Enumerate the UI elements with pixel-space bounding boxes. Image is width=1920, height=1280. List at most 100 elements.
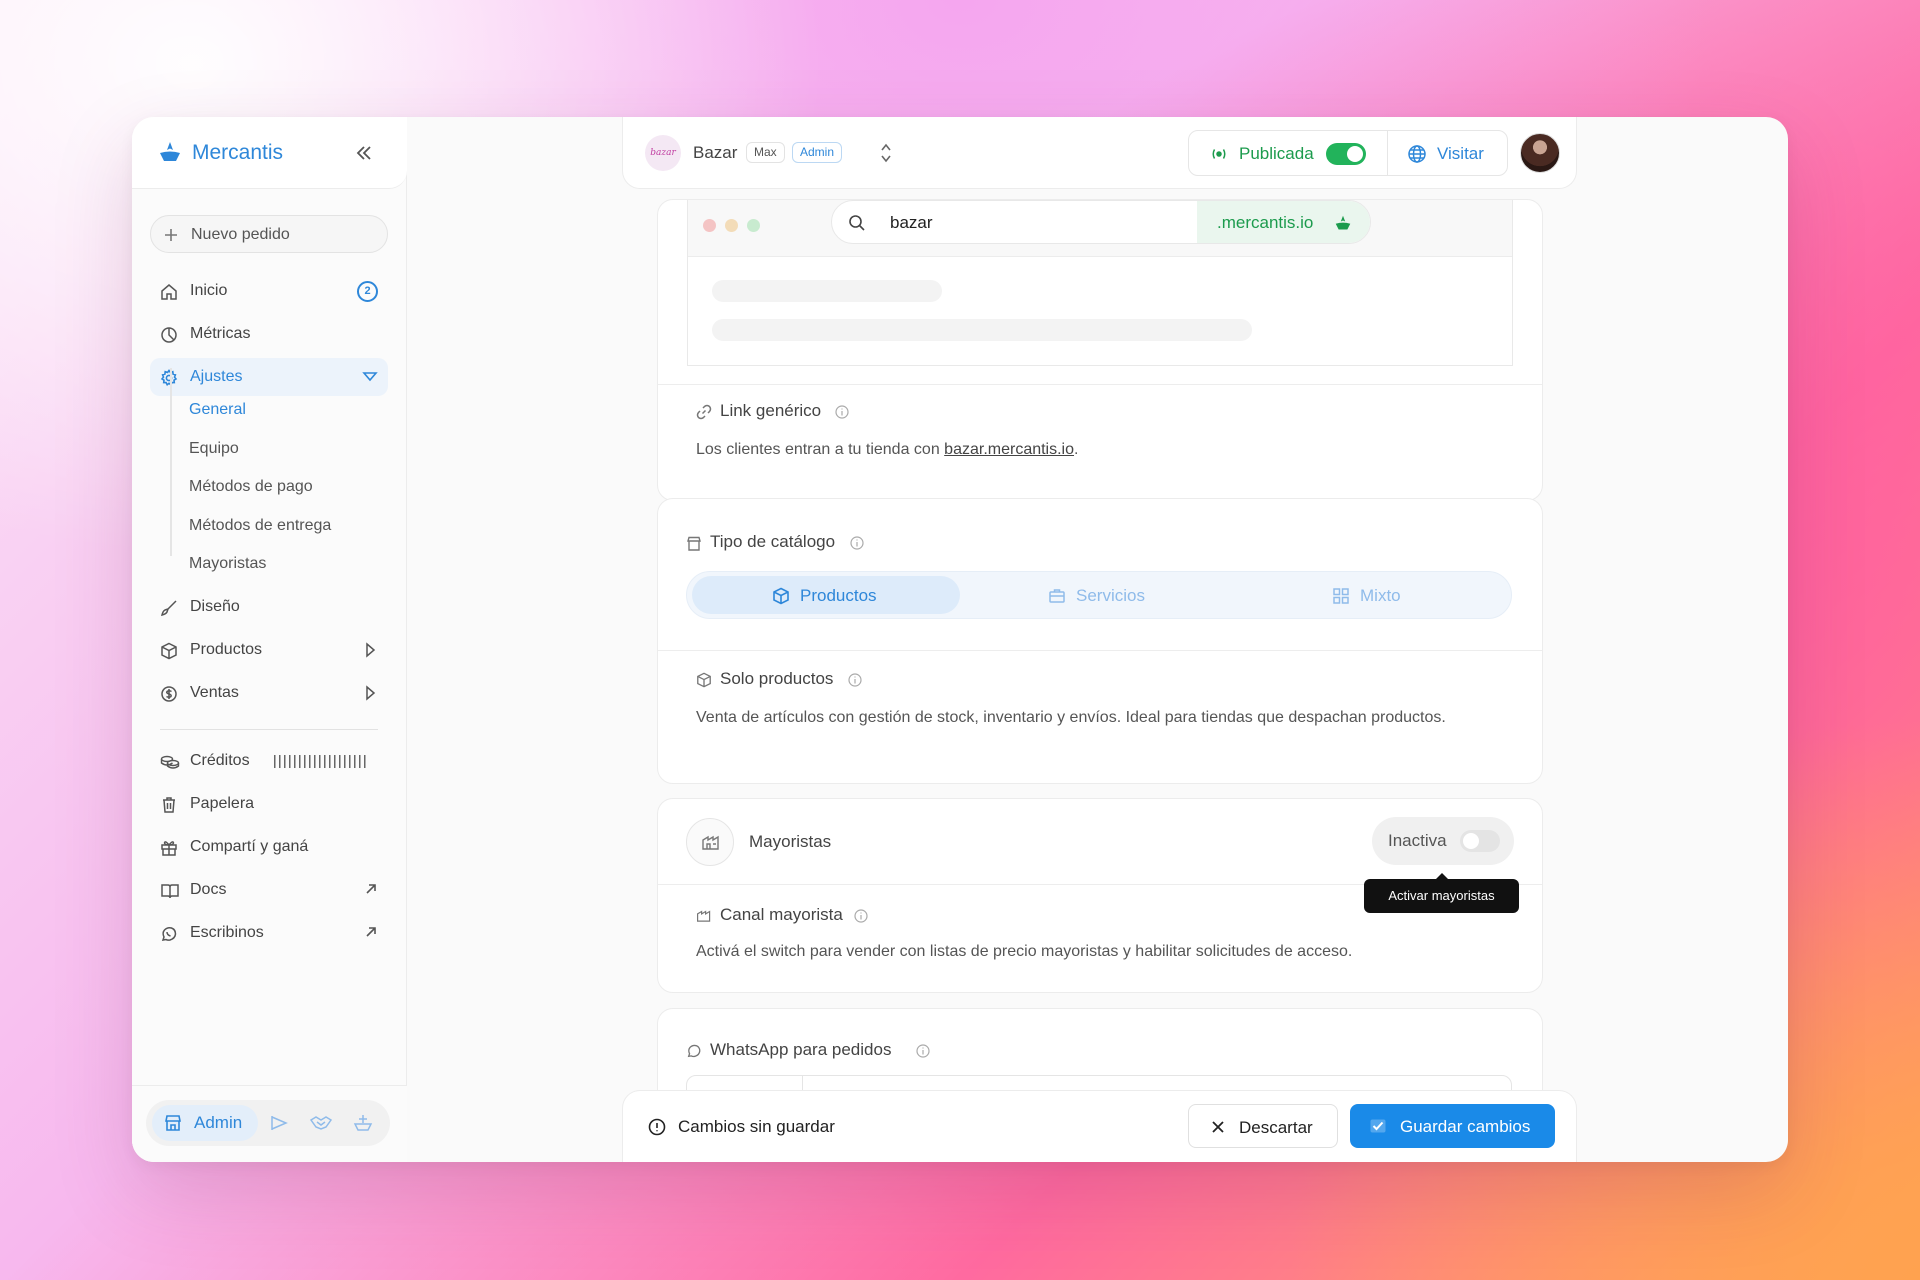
subnav-item-metodos-entrega[interactable]: Métodos de entrega [189,517,331,535]
sidebar-item-label: Créditos [190,752,250,769]
sidebar-item-label: Compartí y ganá [190,838,309,855]
warehouse-icon [686,818,734,866]
megaphone-icon[interactable] [270,1114,290,1132]
collapse-sidebar-icon[interactable] [354,143,374,163]
info-icon[interactable] [850,536,864,550]
subnav-item-mayoristas[interactable]: Mayoristas [189,555,266,573]
box-icon [696,672,712,688]
box-icon [160,642,178,660]
subnav-item-equipo[interactable]: Equipo [189,440,239,458]
wholesale-status-label: Inactiva [1388,831,1447,850]
link-icon [696,404,712,420]
home-icon [160,283,178,301]
plus-icon [163,227,179,243]
domain-suffix-label: .mercantis.io [1217,213,1314,232]
gift-icon [160,839,178,857]
store-preview: bazar .mercantis.io [687,200,1513,366]
wholesale-description: Activá el switch para vender con listas … [696,943,1353,960]
visit-store-button[interactable]: Visitar [1437,144,1484,164]
store-link-card: bazar .mercantis.io Link genérico Los cl… [657,199,1543,501]
published-toggle[interactable] [1326,143,1366,165]
mercantis-logo-icon [158,140,182,164]
search-icon [848,214,866,232]
save-button[interactable]: Guardar cambios [1350,1104,1555,1148]
box-icon [772,587,790,605]
chevron-down-icon [362,369,378,385]
sidebar-divider [160,729,378,730]
subdomain-value[interactable]: bazar [890,213,933,233]
info-icon[interactable] [835,405,849,419]
sidebar-item-comparti[interactable]: Compartí y ganá [150,828,388,866]
store-avatar[interactable]: bazar [645,135,681,171]
info-icon[interactable] [848,673,862,687]
trash-icon [160,796,178,814]
chevron-right-icon [362,685,378,701]
publish-group: Publicada Visitar [1188,130,1508,176]
catalog-option-servicios[interactable]: Servicios [965,576,1233,614]
sidebar-item-inicio[interactable]: Inicio 2 [150,272,388,310]
credits-meter [274,755,368,768]
published-label: Publicada [1239,144,1314,163]
sidebar-item-diseno[interactable]: Diseño [150,588,388,626]
sidebar-item-label: Ajustes [190,368,243,385]
app-window: Mercantis Nuevo pedido Inicio 2 Métricas [132,117,1788,1162]
sidebar-item-metricas[interactable]: Métricas [150,315,388,353]
ship-icon[interactable] [353,1114,373,1132]
sidebar-item-label: Papelera [190,795,255,812]
admin-mode-button[interactable]: Admin [152,1105,258,1141]
catalog-option-mixto[interactable]: Mixto [1239,576,1507,614]
mercantis-logo-icon [1334,215,1352,231]
sidebar-footer: Admin [132,1085,407,1162]
discard-button[interactable]: Descartar [1188,1104,1338,1148]
sidebar-item-ventas[interactable]: Ventas [150,674,388,712]
save-label: Guardar cambios [1400,1117,1531,1136]
sidebar-item-creditos[interactable]: Créditos [150,742,388,780]
briefcase-icon [1048,587,1066,605]
globe-icon [1407,144,1427,164]
handshake-icon[interactable] [310,1114,332,1132]
broadcast-icon [1209,145,1229,163]
dollar-icon [160,685,178,703]
catalog-type-selector: Productos Servicios Mixto [686,571,1512,619]
store-name[interactable]: Bazar [693,143,737,163]
sidebar-item-label: Escribinos [190,924,264,941]
window-dot-maximize [747,219,760,232]
store-switcher-icon[interactable] [880,142,892,164]
store-link[interactable]: bazar.mercantis.io [944,441,1074,458]
card-divider [658,650,1542,651]
whatsapp-icon [160,925,178,943]
new-order-button[interactable]: Nuevo pedido [150,215,388,253]
subdomain-input[interactable]: bazar .mercantis.io [831,200,1371,244]
whatsapp-icon [686,1043,702,1059]
publish-group-divider [1387,131,1388,175]
sidebar-item-papelera[interactable]: Papelera [150,785,388,823]
admin-mode-label: Admin [194,1113,243,1132]
catalog-option-productos[interactable]: Productos [692,576,960,614]
catalog-description: Venta de artículos con gestión de stock,… [696,709,1446,726]
grid-icon [1332,587,1350,605]
external-link-icon [364,925,378,939]
link-section-description: Los clientes entran a tu tienda con baza… [696,436,1078,463]
gear-icon [160,369,178,387]
sidebar-item-docs[interactable]: Docs [150,871,388,909]
user-avatar[interactable] [1520,133,1560,173]
subnav-item-metodos-pago[interactable]: Métodos de pago [189,478,313,496]
skeleton-line [712,319,1252,341]
pie-chart-icon [160,326,178,344]
subnav-item-general[interactable]: General [189,401,246,419]
whatsapp-title: WhatsApp para pedidos [710,1040,892,1059]
close-icon [1211,1120,1225,1134]
card-divider [658,384,1542,385]
discard-label: Descartar [1239,1118,1313,1137]
sidebar-item-ajustes[interactable]: Ajustes [150,358,388,396]
sidebar-item-productos[interactable]: Productos [150,631,388,669]
sidebar-item-label: Métricas [190,325,251,342]
sidebar-item-escribinos[interactable]: Escribinos [150,914,388,952]
wholesale-toggle[interactable] [1460,830,1500,852]
link-section-title: Link genérico [720,401,822,420]
info-icon[interactable] [916,1044,930,1058]
catalog-option-label: Mixto [1360,586,1401,605]
browser-chrome: bazar .mercantis.io [688,200,1512,257]
new-order-label: Nuevo pedido [191,226,290,243]
info-icon[interactable] [854,909,868,923]
